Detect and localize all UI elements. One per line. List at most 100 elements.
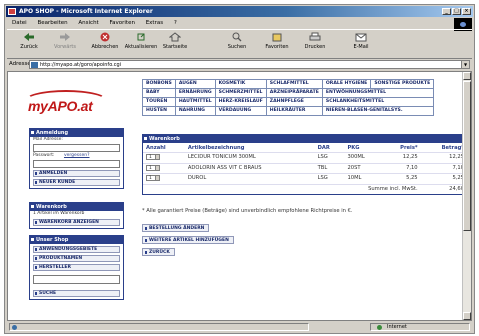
- category-link[interactable]: NIEREN-BLASEN-GENITALSYS.: [321, 106, 435, 116]
- menu-favorites[interactable]: Favoriten: [109, 20, 134, 26]
- status-bar: Internet: [7, 322, 472, 332]
- add-more-items-button[interactable]: WEITERE ARTIKEL HINZUFÜGEN: [142, 236, 234, 244]
- menu-tools[interactable]: Extras: [146, 20, 163, 26]
- login-button[interactable]: ANMELDEN: [33, 170, 120, 177]
- search-button[interactable]: Suchen: [219, 32, 255, 50]
- category-link[interactable]: KOSMETIK: [214, 79, 267, 89]
- category-link[interactable]: BONBONS: [142, 79, 176, 89]
- category-link[interactable]: HUSTEN: [142, 106, 176, 116]
- column-header: Preis*: [400, 144, 418, 151]
- category-link[interactable]: VERDAUUNG: [214, 106, 267, 116]
- shop-panel: Unser Shop ANWENDUNGSGEBIETE PRODUKTNAME…: [29, 235, 124, 300]
- back-button[interactable]: Zurück: [11, 32, 47, 50]
- dropdown-arrow-icon[interactable]: [156, 164, 160, 171]
- title-bar: APO SHOP - Microsoft Internet Explorer _…: [6, 6, 473, 17]
- category-link[interactable]: NAHRUNG: [174, 106, 216, 116]
- address-dropdown-icon[interactable]: ▼: [461, 61, 469, 68]
- category-link[interactable]: ORALE HYGIENE: [321, 79, 372, 89]
- category-link[interactable]: SCHLAFMITTEL: [265, 79, 323, 89]
- quantity-select[interactable]: 1: [146, 175, 156, 181]
- scroll-thumb[interactable]: [463, 81, 471, 231]
- scroll-up-button[interactable]: [463, 72, 471, 80]
- category-row: TOUREN HAUTMITTEL HERZ-KREISLAUF ZAHNPFL…: [142, 97, 435, 107]
- category-link[interactable]: SCHMERZMITTEL: [214, 88, 267, 98]
- login-panel: Anmeldung Mail Adresse: Passwort: verges…: [29, 128, 124, 189]
- cart-panel: Warenkorb Anzahl Artikelbezeichnung DAR …: [142, 134, 468, 195]
- item-price: 7,10: [382, 162, 421, 174]
- category-link[interactable]: ZAHNPFLEGE: [265, 97, 323, 107]
- column-header: PKG: [347, 144, 360, 151]
- qty-cell: 1: [143, 152, 185, 163]
- search-icon: [232, 32, 242, 42]
- manufacturer-button[interactable]: HERSTELLER: [33, 264, 120, 271]
- category-link[interactable]: HAUTMITTEL: [174, 97, 216, 107]
- security-zone: Internet: [370, 323, 470, 331]
- password-field[interactable]: [33, 160, 120, 168]
- item-name: DUROL: [184, 173, 315, 184]
- category-table: BONBONS AUGEN KOSMETIK SCHLAFMITTEL ORAL…: [142, 79, 435, 116]
- quantity-select[interactable]: 1: [146, 164, 156, 171]
- item-pkg: 10ML: [344, 173, 383, 184]
- email-field[interactable]: [33, 144, 120, 152]
- address-input[interactable]: http://myapo.at/goro/apoinfo.cgi ▼: [29, 60, 470, 69]
- item-amount: 5,25: [420, 173, 467, 184]
- toolbar: Zurück Vorwärts Abbrechen Aktualisieren …: [7, 29, 472, 59]
- menu-file[interactable]: Datei: [12, 20, 27, 26]
- shop-panel-title: Unser Shop: [36, 237, 69, 243]
- scroll-down-button[interactable]: [463, 312, 471, 320]
- status-text-area: [9, 323, 309, 331]
- stop-button[interactable]: Abbrechen: [87, 32, 123, 50]
- category-link[interactable]: ARZNEIPRÄPARATE: [265, 88, 323, 98]
- back-arrow-icon: [24, 33, 34, 41]
- window-title: APO SHOP - Microsoft Internet Explorer: [19, 8, 153, 15]
- login-panel-title: Anmeldung: [36, 130, 69, 136]
- item-dar: LSG: [314, 173, 345, 184]
- change-order-button[interactable]: BESTELLUNG ÄNDERN: [142, 224, 210, 232]
- category-link[interactable]: AUGEN: [174, 79, 216, 89]
- category-link[interactable]: ENTWÖHNUNGSMITTEL: [321, 88, 435, 98]
- register-button[interactable]: NEUER KUNDE: [33, 179, 120, 186]
- bullet-icon: [31, 205, 34, 208]
- category-link[interactable]: HEILKRÄUTER: [265, 106, 323, 116]
- menu-help[interactable]: ?: [174, 20, 177, 26]
- home-button[interactable]: Startseite: [157, 32, 193, 50]
- stop-icon: [100, 32, 110, 42]
- back-link-button[interactable]: ZURÜCK: [142, 248, 175, 256]
- category-link[interactable]: TOUREN: [142, 97, 176, 107]
- search-input[interactable]: [33, 275, 120, 284]
- category-link[interactable]: ERNÄHRUNG: [174, 88, 216, 98]
- password-row: Passwort: vergessen?: [30, 153, 123, 159]
- dropdown-arrow-icon[interactable]: [156, 175, 160, 181]
- vertical-scrollbar[interactable]: [462, 72, 471, 320]
- shop-panel-header: Unser Shop: [30, 236, 123, 244]
- search-submit-button[interactable]: SUCHE: [33, 290, 120, 297]
- forgot-password-link[interactable]: vergessen?: [64, 153, 90, 158]
- ie-logo-icon: [8, 8, 16, 15]
- dropdown-arrow-icon[interactable]: [156, 154, 160, 160]
- minimize-button[interactable]: _: [442, 8, 451, 15]
- item-dar: LSG: [314, 152, 345, 163]
- cart-header-row: Anzahl Artikelbezeichnung DAR PKG Preis*…: [143, 143, 467, 153]
- maximize-button[interactable]: □: [452, 8, 461, 15]
- product-names-button[interactable]: PRODUKTNAMEN: [33, 255, 120, 262]
- sum-value: 24,60: [420, 183, 467, 194]
- refresh-button[interactable]: Aktualisieren: [123, 32, 159, 50]
- show-cart-button[interactable]: WARENKORB ANZEIGEN: [33, 219, 120, 226]
- application-areas-button[interactable]: ANWENDUNGSGEBIETE: [33, 246, 120, 253]
- search-label: Suchen: [227, 44, 247, 50]
- quantity-select[interactable]: 1: [146, 154, 156, 160]
- mail-button[interactable]: E-Mail: [343, 32, 379, 50]
- category-row: BABY ERNÄHRUNG SCHMERZMITTEL ARZNEIPRÄPA…: [142, 88, 435, 98]
- menu-edit[interactable]: Bearbeiten: [37, 20, 67, 26]
- category-link[interactable]: HERZ-KREISLAUF: [214, 97, 267, 107]
- category-link[interactable]: BABY: [142, 88, 176, 98]
- print-button[interactable]: Drucken: [297, 32, 333, 50]
- category-link[interactable]: SONSTIGE PRODUKTE: [370, 79, 435, 89]
- category-link[interactable]: SCHLANKHEITSMITTEL: [321, 97, 435, 107]
- close-button[interactable]: ×: [462, 8, 471, 15]
- favorites-button[interactable]: Favoriten: [259, 32, 295, 50]
- stop-label: Abbrechen: [91, 44, 119, 50]
- forward-button[interactable]: Vorwärts: [47, 32, 83, 50]
- menu-view[interactable]: Ansicht: [78, 20, 98, 26]
- site-logo[interactable]: myAPO.at: [20, 90, 130, 120]
